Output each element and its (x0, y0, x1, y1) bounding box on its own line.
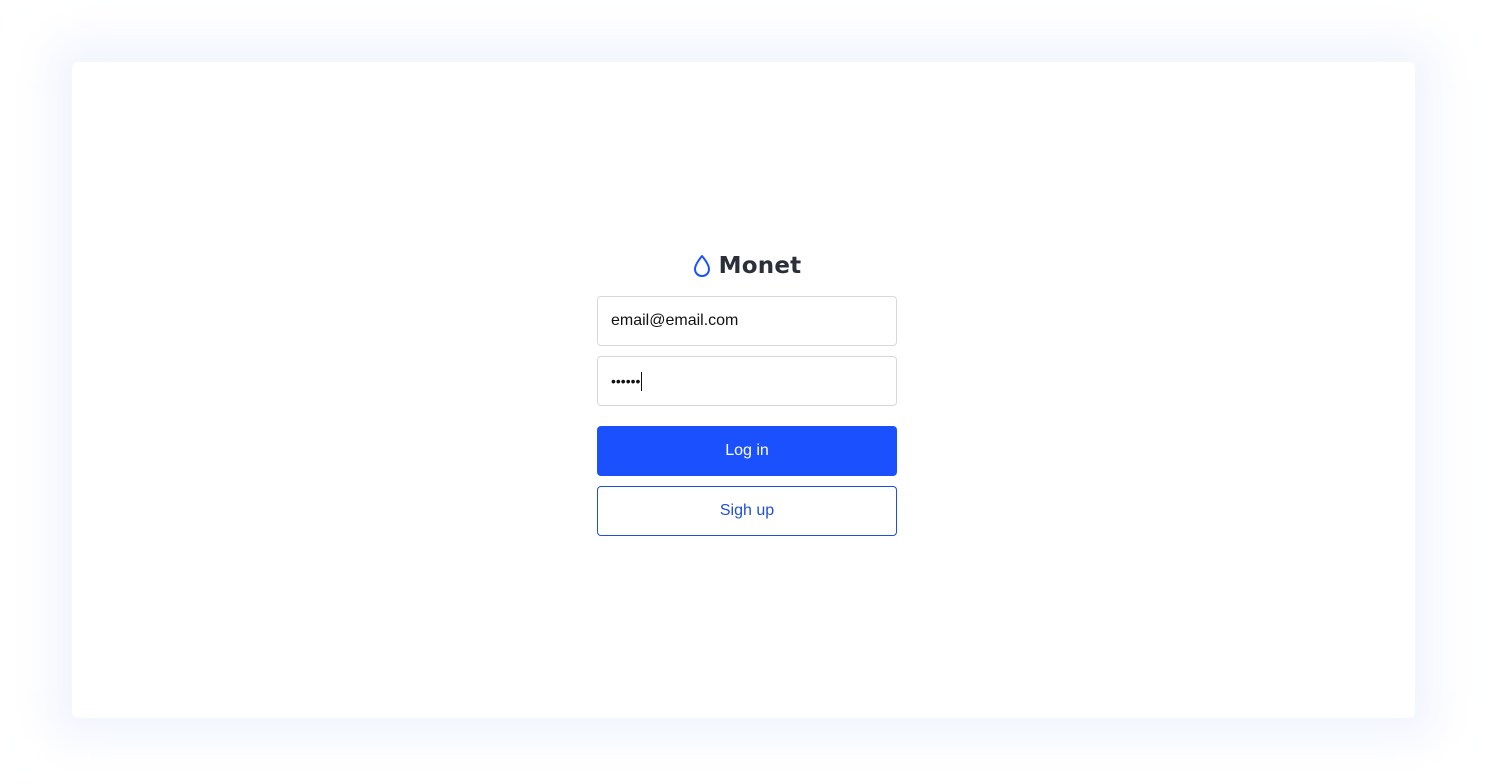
text-cursor (641, 371, 643, 391)
signup-button[interactable]: Sigh up (597, 486, 897, 536)
login-button[interactable]: Log in (597, 426, 897, 476)
brand-name: Monet (718, 253, 802, 279)
page-background: Monet •••••• Log in Sigh up (0, 0, 1493, 784)
password-field[interactable]: •••••• (597, 356, 897, 406)
drop-icon (693, 254, 711, 278)
login-form: Monet •••••• Log in Sigh up (597, 250, 897, 536)
brand-logo: Monet (597, 250, 897, 282)
email-field[interactable] (597, 296, 897, 346)
password-value: •••••• (611, 373, 641, 389)
